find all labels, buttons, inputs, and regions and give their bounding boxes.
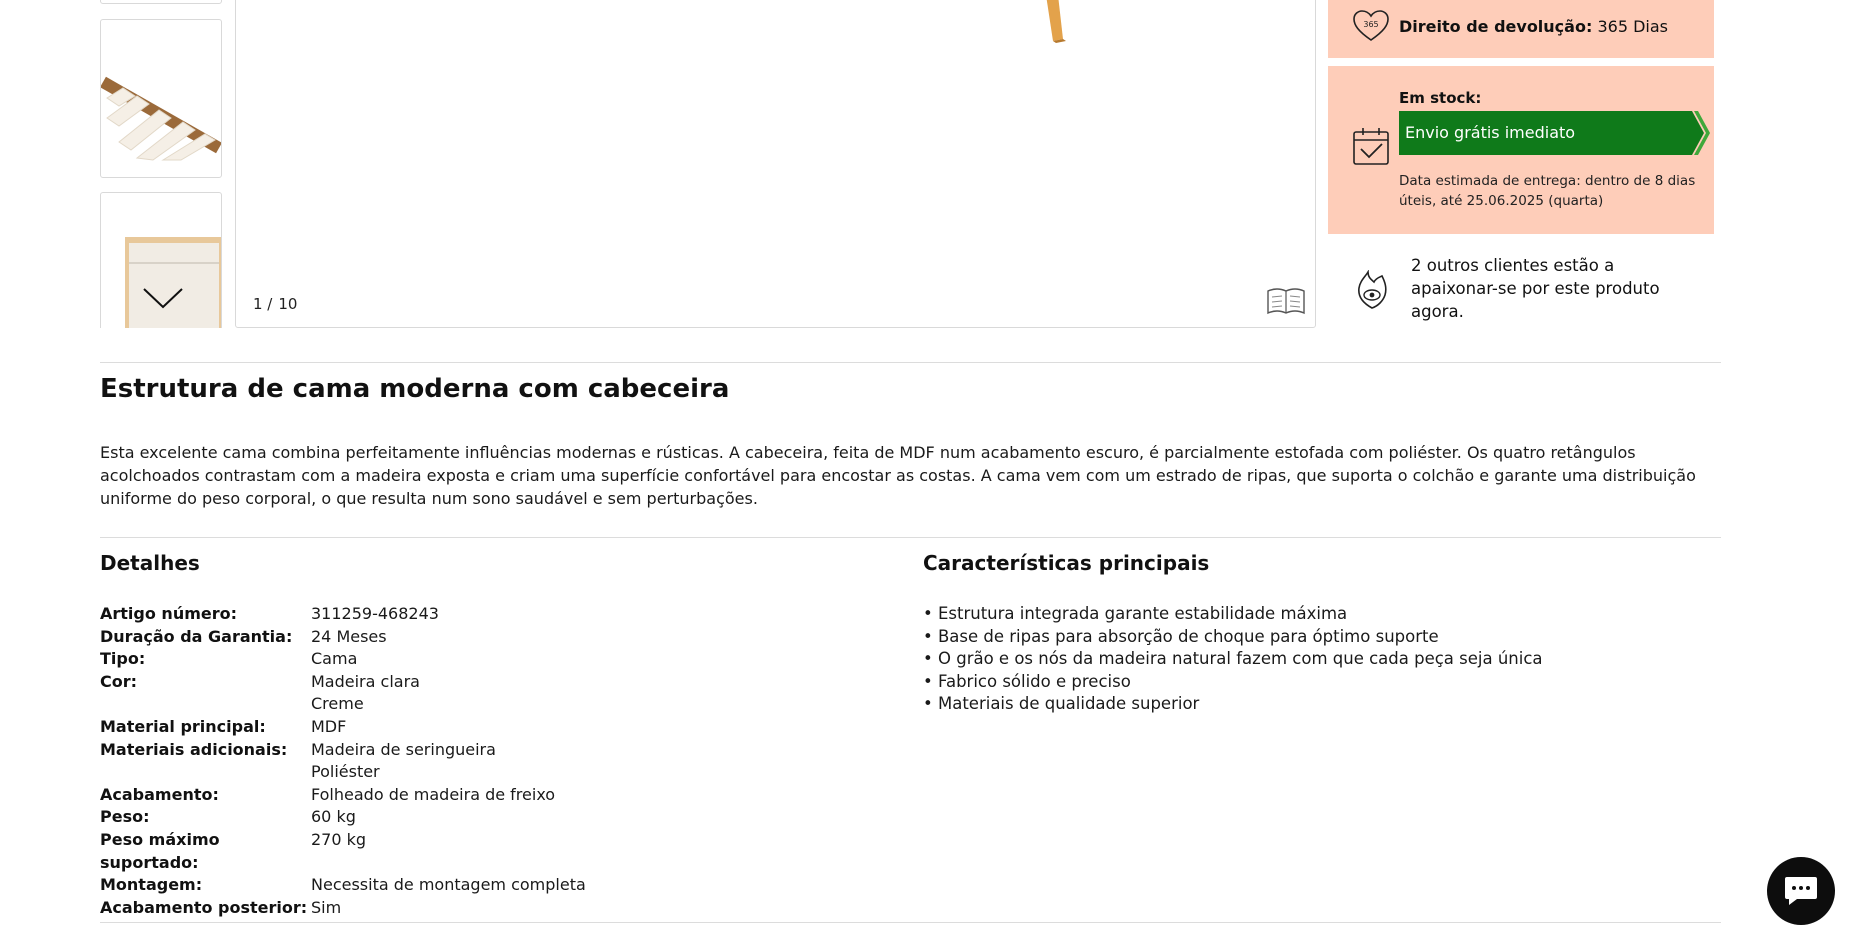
thumbnails-scroll-down-button[interactable] [142,286,184,310]
list-item: Fabrico sólido e preciso [923,671,1543,694]
spec-row: Acabamento posterior: Sim [100,897,586,920]
spec-row: Duração da Garantia: 24 Meses [100,626,586,649]
details-heading: Detalhes [100,551,200,575]
heart-365-icon: 365 [1352,10,1390,46]
spec-row: Material principal: MDF [100,716,586,739]
calendar-check-icon [1352,126,1390,170]
list-item: Base de ripas para absorção de choque pa… [923,626,1543,649]
features-heading: Características principais [923,551,1210,575]
return-value: 365 Dias [1597,17,1668,36]
spec-value: Necessita de montagem completa [311,875,586,895]
spec-key: Material principal: [100,716,266,736]
spec-value: 311259-468243 [311,604,439,623]
spec-key: Cor: [100,671,138,691]
divider [100,362,1721,363]
spec-row: Tipo: Cama [100,648,586,671]
spec-value: 270 kg [311,829,367,849]
spec-value: Madeira clara Creme [311,671,420,714]
spec-key: Tipo: [100,649,146,669]
return-right-box: 365 Direito de devolução: 365 Dias [1328,0,1714,58]
stock-box: Em stock: Envio grátis imediato Data est… [1328,66,1714,234]
spec-value: Folheado de madeira de freixo [311,784,556,804]
spec-key: Peso: [100,807,150,827]
spec-key: Acabamento posterior: [100,897,308,917]
bed-leg-image [1046,0,1066,43]
spec-key: Peso máximo suportado: [100,829,220,872]
return-text: Direito de devolução: 365 Dias [1399,17,1668,36]
spec-value: Sim [311,897,342,917]
spec-value: Madeira de seringueira Poliéster [311,739,496,782]
chevron-down-icon [143,288,183,309]
heart-eye-icon [1356,269,1388,314]
spec-row: Peso máximo suportado: 270 kg [100,829,586,874]
spec-value: Cama [311,649,358,669]
spec-row: Cor: Madeira clara Creme [100,671,586,716]
thumbnail-strip [100,0,222,328]
delivery-estimate: Data estimada de entrega: dentro de 8 di… [1399,173,1696,209]
spec-value: 24 Meses [311,626,387,646]
spec-row: Peso: 60 kg [100,806,586,829]
counter-current: 1 / [253,295,273,313]
image-counter: 1 / 10 [253,295,303,313]
product-description: Esta excelente cama combina perfeitament… [100,443,1696,508]
spec-row: Acabamento: Folheado de madeira de freix… [100,784,586,807]
features-list: Estrutura integrada garante estabilidade… [923,603,1543,716]
spec-key: Duração da Garantia: [100,626,293,646]
social-proof-text: 2 outros clientes estão a apaixonar-se p… [1411,256,1660,321]
divider [100,922,1721,923]
counter-total: 10 [278,295,298,313]
list-item: Materiais de qualidade superior [923,693,1543,716]
spec-key: Acabamento: [100,784,219,804]
details-table: Artigo número: 311259-468243 Duração da … [100,603,586,919]
spec-value: MDF [311,716,347,736]
return-label: Direito de devolução: [1399,17,1593,36]
stock-label: Em stock: [1399,89,1482,107]
thumbnail-previous[interactable] [100,0,222,4]
divider [100,537,1721,538]
spec-row: Materiais adicionais: Madeira de seringu… [100,739,586,784]
list-item: O grão e os nós da madeira natural fazem… [923,648,1543,671]
main-product-image[interactable]: 1 / 10 [235,0,1316,328]
svg-text:365: 365 [1363,20,1378,29]
spec-row: Artigo número: 311259-468243 [100,603,586,626]
spec-key: Materiais adicionais: [100,739,288,759]
spec-row: Montagem: Necessita de montagem completa [100,874,586,897]
spec-key: Artigo número: [100,604,238,623]
banner-arrow-icon [1680,111,1710,155]
product-title: Estrutura de cama moderna com cabeceira [100,374,730,404]
chat-button[interactable] [1767,857,1835,925]
list-item: Estrutura integrada garante estabilidade… [923,603,1543,626]
chat-bubble-icon [1785,877,1817,905]
catalog-book-icon[interactable] [1266,285,1306,319]
spec-key: Montagem: [100,875,203,895]
spec-value: 60 kg [311,807,356,827]
thumbnail-slats[interactable] [100,19,222,178]
free-shipping-banner: Envio grátis imediato [1399,111,1692,155]
